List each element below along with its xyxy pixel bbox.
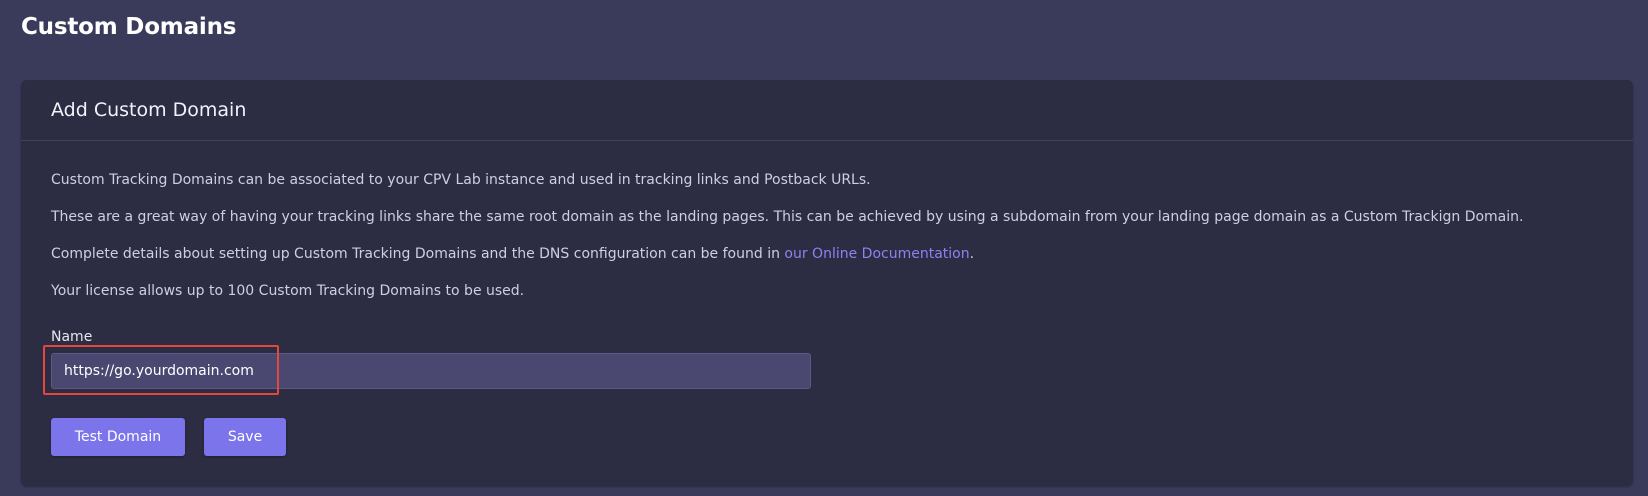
card-title: Add Custom Domain (51, 99, 247, 121)
info-paragraph-1: Custom Tracking Domains can be associate… (51, 172, 871, 188)
online-documentation-link[interactable]: our Online Documentation (784, 246, 969, 262)
info-paragraph-3-text: Complete details about setting up Custom… (51, 246, 785, 262)
info-paragraph-3: Complete details about setting up Custom… (51, 246, 974, 262)
add-custom-domain-card: Add Custom Domain Custom Tracking Domain… (21, 80, 1633, 486)
info-paragraph-3-suffix: . (969, 246, 975, 262)
info-paragraph-2: These are a great way of having your tra… (51, 209, 1524, 225)
license-info-paragraph: Your license allows up to 100 Custom Tra… (51, 283, 525, 299)
domain-name-input[interactable] (51, 353, 811, 389)
test-domain-button[interactable]: Test Domain (51, 418, 185, 456)
card-header: Add Custom Domain (21, 80, 1633, 141)
page-title: Custom Domains (21, 14, 237, 40)
save-button[interactable]: Save (204, 418, 286, 456)
name-field-label: Name (51, 329, 93, 345)
